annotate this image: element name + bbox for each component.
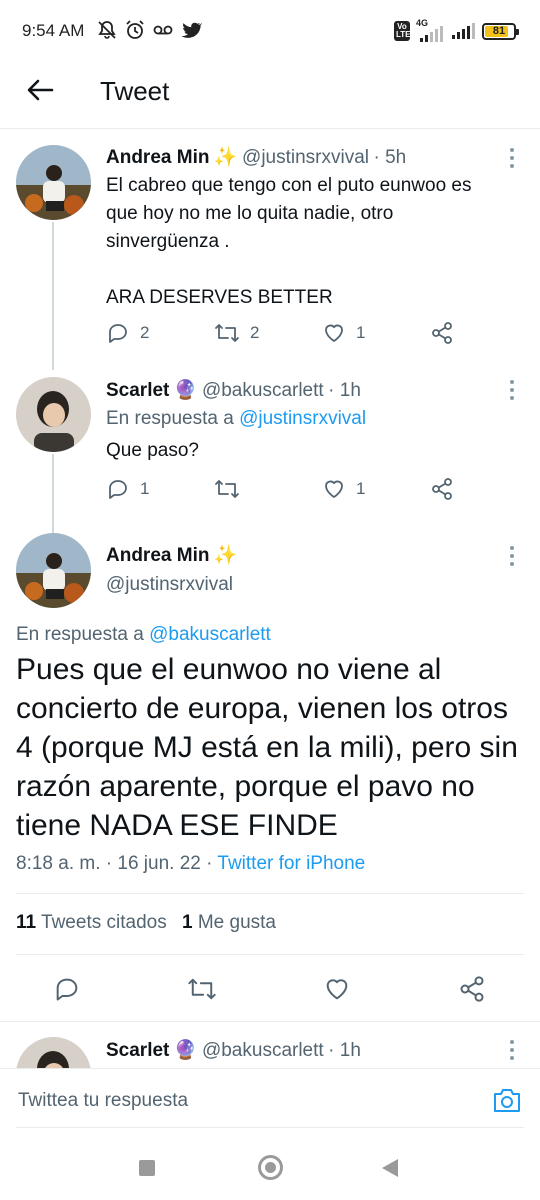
thread-line xyxy=(52,454,54,534)
like-count: 1 xyxy=(356,479,366,498)
meta-divider xyxy=(16,893,524,894)
page-title: Tweet xyxy=(100,76,170,106)
username[interactable]: @justinsrxvival xyxy=(106,574,233,596)
signal-icon xyxy=(452,23,475,39)
header-divider xyxy=(0,128,540,129)
more-options-icon[interactable] xyxy=(510,380,514,404)
main-tweet-actions xyxy=(0,974,540,1004)
reply-icon xyxy=(109,324,127,343)
status-bar: 9:54 AM Vo LTE 4G 81 xyxy=(0,0,540,64)
quote-tweets-stat[interactable]: 11 Tweets citados xyxy=(16,912,167,933)
reply-context: En respuesta a @bakuscarlett xyxy=(16,624,271,645)
signal-4g-icon: 4G xyxy=(416,18,446,42)
more-options-icon[interactable] xyxy=(510,546,514,570)
username[interactable]: @bakuscarlett xyxy=(202,1040,324,1061)
share-icon xyxy=(432,478,452,500)
status-notification-icons xyxy=(96,18,202,42)
tweet-timestamp: 8:18 a. m. · 16 jun. 22 · xyxy=(16,853,213,874)
main-tweet-text: Pues que el eunwoo no viene al concierto… xyxy=(16,653,518,842)
tweet-stats: 11 Tweets citados 1 Me gusta xyxy=(16,912,276,934)
mute-icon xyxy=(98,21,116,39)
reply-count: 2 xyxy=(140,323,150,342)
share-button[interactable] xyxy=(430,477,454,501)
heart-icon xyxy=(325,480,343,498)
alarm-icon xyxy=(126,20,144,39)
share-icon xyxy=(432,322,452,344)
display-name[interactable]: Scarlet xyxy=(106,380,169,401)
reply-button[interactable]: 2 xyxy=(106,321,149,345)
tweet-header: Scarlet 🔮 @bakuscarlett · 1h xyxy=(106,378,361,402)
reply-context: En respuesta a @justinsrxvival xyxy=(106,408,367,429)
sparkles-icon: ✨ xyxy=(213,147,238,168)
heart-icon xyxy=(325,324,343,342)
camera-icon[interactable] xyxy=(492,1086,522,1114)
actions-divider xyxy=(0,1021,540,1022)
volte-badge: Vo LTE xyxy=(394,21,411,41)
avatar[interactable] xyxy=(16,145,91,220)
retweet-icon xyxy=(215,480,239,498)
like-count: 1 xyxy=(356,323,366,342)
system-nav-bar xyxy=(0,1138,540,1200)
recent-apps-icon[interactable] xyxy=(139,1160,155,1176)
more-options-icon[interactable] xyxy=(510,148,514,172)
back-nav-icon[interactable] xyxy=(381,1158,399,1178)
home-icon[interactable] xyxy=(258,1155,283,1180)
reply-count: 1 xyxy=(140,479,150,498)
status-time: 9:54 AM xyxy=(22,21,85,40)
share-button[interactable] xyxy=(430,321,454,345)
tweet-header: Scarlet 🔮 @bakuscarlett · 1h xyxy=(106,1038,361,1062)
display-name[interactable]: Scarlet xyxy=(106,1040,169,1061)
composer-divider xyxy=(16,1127,524,1128)
retweet-icon[interactable] xyxy=(187,975,217,1003)
likes-stat[interactable]: 1 Me gusta xyxy=(182,912,276,933)
status-system-icons: Vo LTE 4G 81 xyxy=(394,18,519,44)
display-name[interactable]: Andrea Min xyxy=(106,147,209,168)
thread-line xyxy=(52,222,54,370)
crystal-ball-icon: 🔮 xyxy=(173,1040,198,1061)
more-options-icon[interactable] xyxy=(510,1040,514,1064)
retweet-button[interactable] xyxy=(214,477,250,501)
username[interactable]: @justinsrxvival xyxy=(242,147,369,168)
like-button[interactable]: 1 xyxy=(322,477,365,501)
tweet-text: El cabreo que tengo con el puto eunwoo e… xyxy=(106,175,472,308)
tweet-actions: 1 1 xyxy=(106,477,466,503)
tweet-header: Andrea Min ✨ @justinsrxvival · 5h xyxy=(106,145,406,169)
avatar[interactable] xyxy=(16,533,91,608)
reply-icon[interactable] xyxy=(53,975,81,1003)
battery-icon: 81 xyxy=(482,22,519,40)
sparkles-icon: ✨ xyxy=(213,545,238,566)
tweet-source-link[interactable]: Twitter for iPhone xyxy=(217,853,365,874)
share-icon[interactable] xyxy=(458,975,486,1003)
voicemail-icon xyxy=(153,25,173,35)
tweet-time: · 1h xyxy=(328,380,361,401)
tweet-time: · 1h xyxy=(328,1040,361,1061)
retweet-count: 2 xyxy=(250,323,260,342)
tweet-header: Andrea Min ✨ xyxy=(106,543,238,567)
twitter-bird-icon xyxy=(181,22,202,38)
reply-to-link[interactable]: @justinsrxvival xyxy=(239,408,366,429)
heart-icon[interactable] xyxy=(323,975,351,1003)
reply-input[interactable]: Twittea tu respuesta xyxy=(18,1090,188,1112)
crystal-ball-icon: 🔮 xyxy=(173,380,198,401)
tweet-text: Que paso? xyxy=(106,440,199,461)
tweet-meta: 8:18 a. m. · 16 jun. 22 · Twitter for iP… xyxy=(16,853,365,875)
display-name[interactable]: Andrea Min xyxy=(106,545,209,566)
reply-icon xyxy=(109,480,127,499)
retweet-icon xyxy=(215,324,239,342)
battery-level: 81 xyxy=(492,25,506,37)
reply-to-link[interactable]: @bakuscarlett xyxy=(149,624,271,645)
stats-divider xyxy=(16,954,524,955)
like-button[interactable]: 1 xyxy=(322,321,365,345)
tweet-time: · 5h xyxy=(373,147,407,168)
back-arrow-icon[interactable] xyxy=(24,74,56,106)
username[interactable]: @bakuscarlett xyxy=(202,380,324,401)
tweet-actions: 2 2 1 xyxy=(106,321,466,347)
reply-button[interactable]: 1 xyxy=(106,477,149,501)
retweet-button[interactable]: 2 xyxy=(214,321,259,345)
avatar[interactable] xyxy=(16,377,91,452)
